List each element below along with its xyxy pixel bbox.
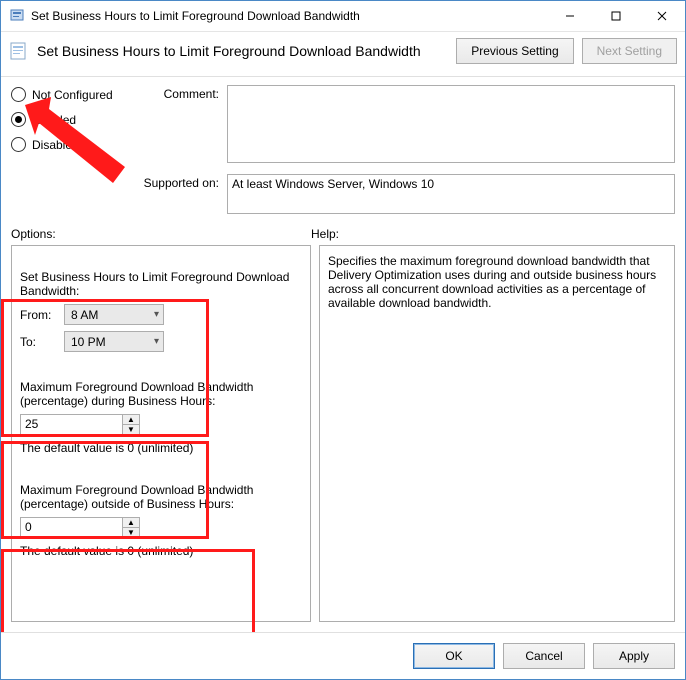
to-select[interactable]: 10 PM ▾ [64,331,164,352]
help-label: Help: [311,227,675,241]
radio-icon [11,87,26,102]
spinner-down-icon[interactable]: ▼ [123,528,139,537]
spinner-up-icon[interactable]: ▲ [123,415,139,425]
chevron-down-icon: ▾ [154,309,159,320]
policy-title: Set Business Hours to Limit Foreground D… [37,43,448,59]
during-hours-value: 25 [21,415,122,434]
body: Not Configured Enabled Disabled Comment: [1,77,685,632]
supported-on-field [227,174,675,214]
comment-label: Comment: [139,85,219,166]
radio-icon [11,137,26,152]
state-and-comment-row: Not Configured Enabled Disabled Comment: [11,85,675,217]
apply-button[interactable]: Apply [593,643,675,669]
close-button[interactable] [639,1,685,31]
next-setting-button[interactable]: Next Setting [582,38,677,64]
radio-label: Enabled [32,113,76,127]
spinner-up-icon[interactable]: ▲ [123,518,139,528]
spinner-down-icon[interactable]: ▼ [123,425,139,434]
chevron-down-icon: ▾ [154,336,159,347]
options-label: Options: [11,227,311,241]
ok-button[interactable]: OK [413,643,495,669]
policy-icon [9,8,25,24]
window: Set Business Hours to Limit Foreground D… [0,0,686,680]
during-hours-spinner[interactable]: 25 ▲ ▼ [20,414,140,435]
outside-hours-value: 0 [21,518,122,537]
radio-icon [11,112,26,127]
maximize-button[interactable] [593,1,639,31]
outside-hours-spinner[interactable]: 0 ▲ ▼ [20,517,140,538]
state-column: Not Configured Enabled Disabled [11,85,131,152]
during-hours-hint: The default value is 0 (unlimited) [20,441,302,455]
options-panel: Set Business Hours to Limit Foreground D… [11,245,311,622]
policy-header: Set Business Hours to Limit Foreground D… [1,32,685,77]
policy-document-icon [9,41,29,61]
supported-on-label: Supported on: [139,174,219,217]
outside-hours-title: Maximum Foreground Download Bandwidth (p… [20,483,302,511]
from-select[interactable]: 8 AM ▾ [64,304,164,325]
previous-setting-button[interactable]: Previous Setting [456,38,573,64]
from-label: From: [20,308,56,322]
titlebar: Set Business Hours to Limit Foreground D… [1,1,685,32]
radio-not-configured[interactable]: Not Configured [11,87,131,102]
during-hours-title: Maximum Foreground Download Bandwidth (p… [20,380,302,408]
to-value: 10 PM [71,335,106,349]
panel-headers: Options: Help: [11,227,675,241]
outside-hours-hint: The default value is 0 (unlimited) [20,544,302,558]
footer: OK Cancel Apply [1,632,685,679]
to-label: To: [20,335,56,349]
business-hours-title: Set Business Hours to Limit Foreground D… [20,270,302,298]
minimize-button[interactable] [547,1,593,31]
radio-label: Disabled [32,138,79,152]
help-panel: Specifies the maximum foreground downloa… [319,245,675,622]
from-value: 8 AM [71,308,98,322]
cancel-button[interactable]: Cancel [503,643,585,669]
comment-field[interactable] [227,85,675,163]
help-text: Specifies the maximum foreground downloa… [328,254,666,310]
panels: Set Business Hours to Limit Foreground D… [11,245,675,622]
radio-label: Not Configured [32,88,113,102]
radio-disabled[interactable]: Disabled [11,137,131,152]
radio-enabled[interactable]: Enabled [11,112,131,127]
window-title: Set Business Hours to Limit Foreground D… [31,9,547,23]
